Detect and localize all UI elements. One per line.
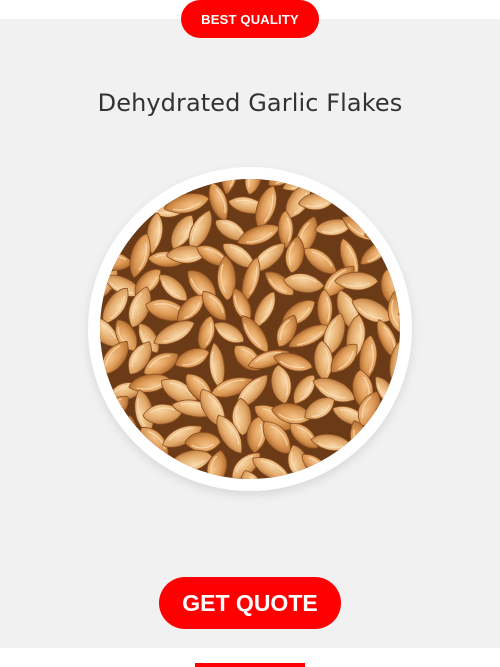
garlic-clove: [375, 179, 400, 180]
garlic-clove: [100, 190, 107, 229]
garlic-clove: [126, 476, 168, 479]
garlic-clove: [397, 242, 400, 277]
garlic-clove: [390, 179, 400, 205]
garlic-clove: [398, 446, 400, 479]
product-image: [100, 179, 400, 479]
product-image-frame: [88, 167, 412, 491]
garlic-clove: [398, 364, 400, 412]
garlic-clove: [100, 425, 116, 447]
get-quote-button[interactable]: GET QUOTE: [159, 577, 341, 629]
garlic-clove: [100, 213, 101, 258]
garlic-clove: [100, 194, 140, 224]
garlic-clove: [122, 438, 150, 479]
garlic-clove: [100, 371, 107, 411]
product-title: Dehydrated Garlic Flakes: [0, 89, 500, 117]
garlic-clove: [342, 179, 370, 195]
garlic-clove: [105, 179, 147, 199]
garlic-clove: [137, 179, 175, 188]
garlic-clove: [100, 426, 102, 451]
garlic-clove: [385, 211, 400, 247]
garlic-clove: [357, 183, 397, 218]
garlic-clove: [161, 468, 190, 479]
garlic-clove: [100, 228, 104, 277]
garlic-clove: [353, 449, 400, 479]
garlic-clove: [100, 468, 114, 479]
garlic-clove: [367, 425, 400, 449]
garlic-clove: [396, 263, 400, 300]
accent-divider: [195, 663, 305, 667]
garlic-clove: [362, 179, 400, 191]
product-card: Dehydrated Garlic Flakes: [0, 19, 500, 648]
best-quality-badge: BEST QUALITY: [181, 0, 319, 38]
garlic-clove: [327, 179, 346, 200]
badge-label: BEST QUALITY: [201, 12, 299, 27]
garlic-clove: [378, 188, 400, 226]
garlic-clove: [399, 416, 400, 462]
garlic-clove: [100, 440, 120, 479]
garlic-clove: [343, 474, 383, 479]
garlic-clove: [100, 206, 117, 250]
garlic-clove: [386, 448, 400, 479]
garlic-clove: [117, 189, 160, 214]
garlic-clove: [100, 179, 116, 194]
garlic-cloves-illustration: [100, 179, 400, 479]
